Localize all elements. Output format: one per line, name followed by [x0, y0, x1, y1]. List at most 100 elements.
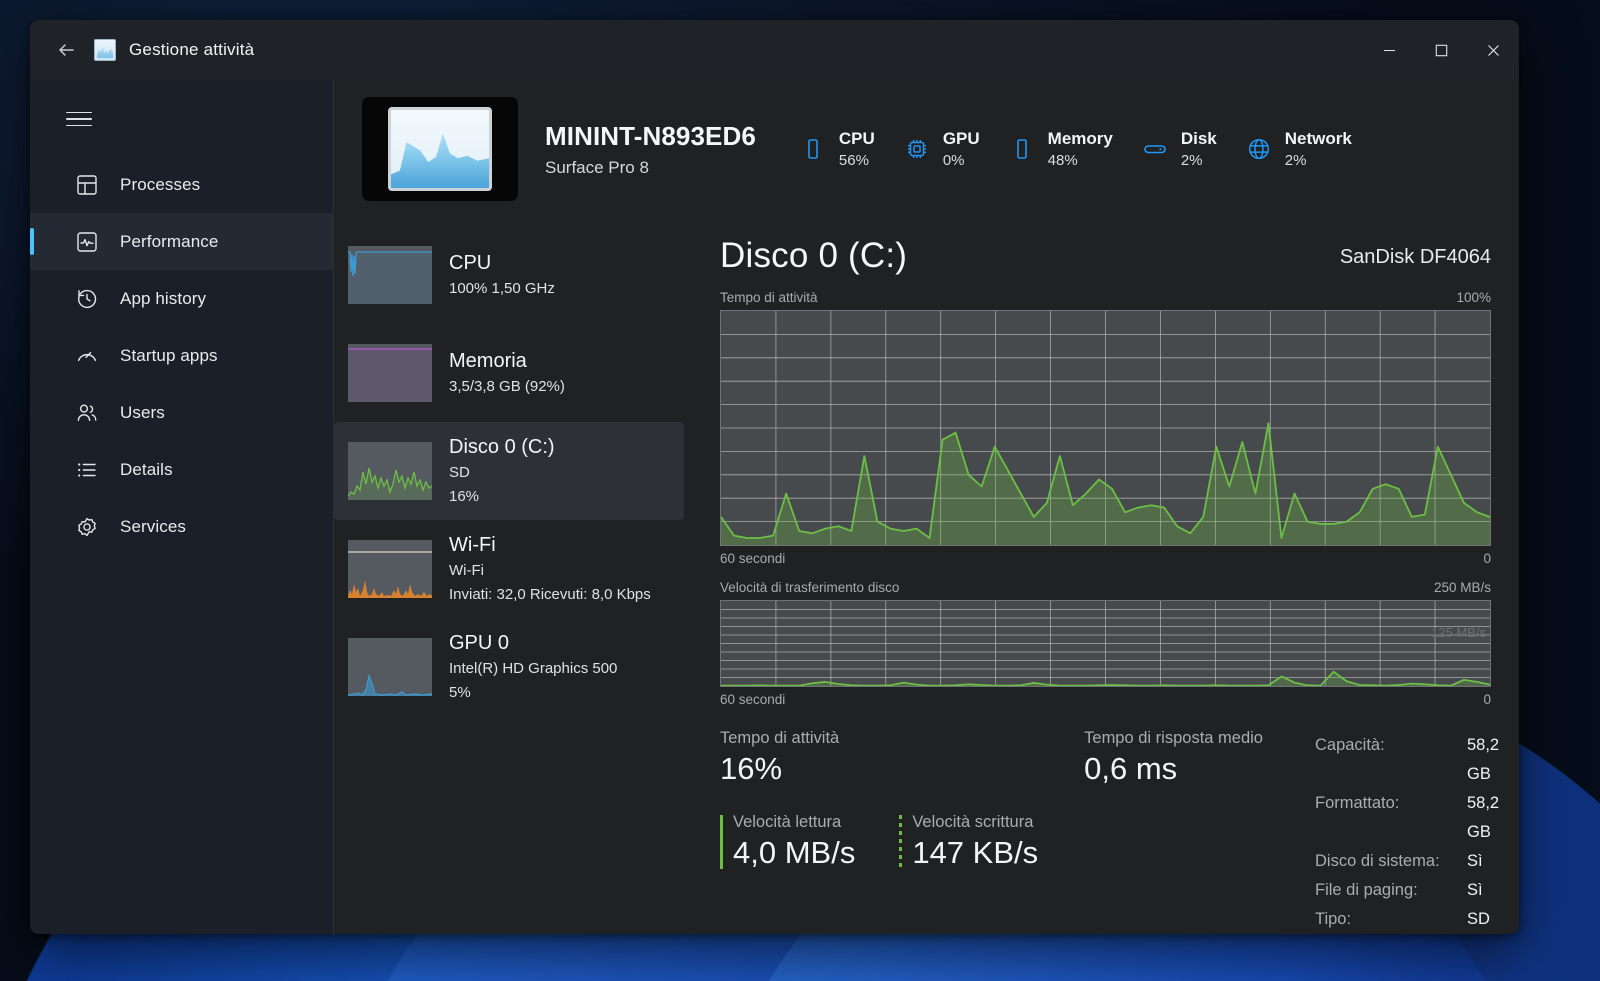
- resource-thumbnail: [348, 246, 432, 304]
- sidebar-item-details[interactable]: Details: [30, 441, 333, 498]
- statistics-section: Tempo di attività 16% Velocità lettura 4…: [720, 729, 1491, 934]
- chip-cpu[interactable]: CPU 56%: [798, 130, 875, 169]
- chip-gpu[interactable]: GPU 0%: [902, 130, 980, 169]
- property-row: File di paging: Sì: [1315, 876, 1499, 905]
- disk-properties: Capacità: 58,2 GB Formattato: 58,2 GB Di…: [1315, 729, 1499, 934]
- detail-panel: Disco 0 (C:) SanDisk DF4064 Tempo di att…: [692, 218, 1519, 934]
- resource-title: GPU 0: [449, 632, 617, 655]
- maximize-button[interactable]: [1415, 20, 1467, 80]
- property-key: Formattato:: [1315, 789, 1467, 847]
- sidebar-item-label: Startup apps: [120, 346, 218, 366]
- chart1-xlabel-right: 0: [1483, 551, 1491, 566]
- resource-title: Memoria: [449, 350, 565, 373]
- device-name: MININT-N893ED6: [545, 121, 756, 152]
- back-button[interactable]: [44, 30, 88, 70]
- stat-read-speed: Velocità lettura 4,0 MB/s: [720, 813, 855, 871]
- resource-thumbnail: [348, 638, 432, 696]
- chip-value: 0%: [943, 152, 980, 169]
- property-row: Capacità: 58,2 GB: [1315, 731, 1499, 789]
- chip-disk[interactable]: Disk 2%: [1140, 130, 1217, 169]
- chart1-axis-bottom: 60 secondi 0: [720, 551, 1491, 566]
- chip-label: CPU: [839, 129, 875, 148]
- property-row: Disco di sistema: Sì: [1315, 847, 1499, 876]
- stat-value: 16%: [720, 751, 1038, 787]
- chart2-ymax: 250 MB/s: [1434, 580, 1491, 595]
- resource-list: CPU 100% 1,50 GHz: [334, 218, 692, 934]
- resource-thumbnail: [348, 344, 432, 402]
- disk-model: SanDisk DF4064: [1340, 246, 1491, 276]
- resource-item-disco-0[interactable]: Disco 0 (C:) SD 16%: [334, 422, 684, 520]
- page-title: Disco 0 (C:): [720, 236, 907, 276]
- chart2-xlabel-left: 60 secondi: [720, 692, 785, 707]
- resource-sub: Intel(R) HD Graphics 500: [449, 659, 617, 679]
- task-manager-window: Gestione attività: [30, 20, 1519, 934]
- resource-sub-2: Inviati: 32,0 Ricevuti: 8,0 Kbps: [449, 585, 651, 605]
- chart1-ymax: 100%: [1456, 290, 1491, 305]
- chip-label: GPU: [943, 129, 980, 148]
- network-globe-icon: [1244, 134, 1274, 164]
- task-manager-icon: [94, 39, 116, 61]
- window-controls: [1363, 20, 1519, 80]
- property-key: Tipo:: [1315, 905, 1467, 934]
- chip-value: 2%: [1285, 152, 1352, 169]
- resource-sub-2: 5%: [449, 683, 617, 703]
- users-icon: [74, 400, 100, 426]
- stat-label: Tempo di risposta medio: [1084, 729, 1263, 748]
- chart2-title: Velocità di trasferimento disco: [720, 580, 899, 595]
- resource-sub: 3,5/3,8 GB (92%): [449, 377, 565, 397]
- chart1-axis-top: Tempo di attività 100%: [720, 290, 1491, 305]
- property-value: Sì: [1467, 847, 1483, 876]
- resource-item-wifi[interactable]: Wi-Fi Wi-Fi Inviati: 32,0 Ricevuti: 8,0 …: [334, 520, 692, 618]
- stat-write-speed: Velocità scrittura 147 KB/s: [899, 813, 1038, 871]
- resource-title: CPU: [449, 252, 555, 275]
- resource-thumbnail: [348, 442, 432, 500]
- sidebar-nav: Processes Performance: [30, 80, 334, 934]
- property-key: Disco di sistema:: [1315, 847, 1467, 876]
- hamburger-menu-icon[interactable]: [57, 98, 101, 140]
- chart2-axis-top: Velocità di trasferimento disco 250 MB/s: [720, 580, 1491, 595]
- stat-value: 147 KB/s: [912, 835, 1038, 871]
- chip-network[interactable]: Network 2%: [1244, 130, 1352, 169]
- property-value: Sì: [1467, 876, 1483, 905]
- sidebar-item-label: Performance: [120, 232, 218, 252]
- property-row: Tipo: SD: [1315, 905, 1499, 934]
- details-icon: [74, 457, 100, 483]
- resource-sub: SD: [449, 463, 555, 483]
- chip-value: 2%: [1181, 152, 1217, 169]
- sidebar-item-label: Details: [120, 460, 173, 480]
- chip-value: 56%: [839, 152, 875, 169]
- sidebar-item-performance[interactable]: Performance: [30, 213, 333, 270]
- resource-item-gpu-0[interactable]: GPU 0 Intel(R) HD Graphics 500 5%: [334, 618, 692, 716]
- gpu-chip-icon: [902, 134, 932, 164]
- chip-memory[interactable]: Memory 48%: [1007, 130, 1113, 169]
- resource-sub: Wi-Fi: [449, 561, 651, 581]
- sidebar-item-processes[interactable]: Processes: [30, 156, 333, 213]
- sidebar-item-users[interactable]: Users: [30, 384, 333, 441]
- sidebar-item-services[interactable]: Services: [30, 498, 333, 555]
- resource-item-memoria[interactable]: Memoria 3,5/3,8 GB (92%): [334, 324, 692, 422]
- device-model: Surface Pro 8: [545, 158, 756, 178]
- minimize-button[interactable]: [1363, 20, 1415, 80]
- sidebar-item-app-history[interactable]: App history: [30, 270, 333, 327]
- sidebar-item-startup-apps[interactable]: Startup apps: [30, 327, 333, 384]
- stat-response-time: Tempo di risposta medio 0,6 ms: [1084, 729, 1263, 934]
- disk-activity-chart: [720, 310, 1491, 546]
- chip-label: Network: [1285, 129, 1352, 148]
- startup-icon: [74, 343, 100, 369]
- resource-title: Wi-Fi: [449, 534, 651, 557]
- sidebar-item-label: App history: [120, 289, 206, 309]
- resource-sub: 100% 1,50 GHz: [449, 279, 555, 299]
- sidebar-item-label: Processes: [120, 175, 200, 195]
- property-row: Formattato: 58,2 GB: [1315, 789, 1499, 847]
- close-button[interactable]: [1467, 20, 1519, 80]
- stat-label: Velocità scrittura: [912, 813, 1038, 832]
- processes-icon: [74, 172, 100, 198]
- sidebar-item-label: Users: [120, 403, 165, 423]
- stat-value: 4,0 MB/s: [733, 835, 855, 871]
- property-key: Capacità:: [1315, 731, 1467, 789]
- resource-item-cpu[interactable]: CPU 100% 1,50 GHz: [334, 226, 692, 324]
- resource-thumbnail: [348, 540, 432, 598]
- stat-label: Tempo di attività: [720, 729, 1038, 748]
- property-value: 58,2 GB: [1467, 731, 1499, 789]
- resource-summary-chips: CPU 56% GPU: [798, 130, 1352, 169]
